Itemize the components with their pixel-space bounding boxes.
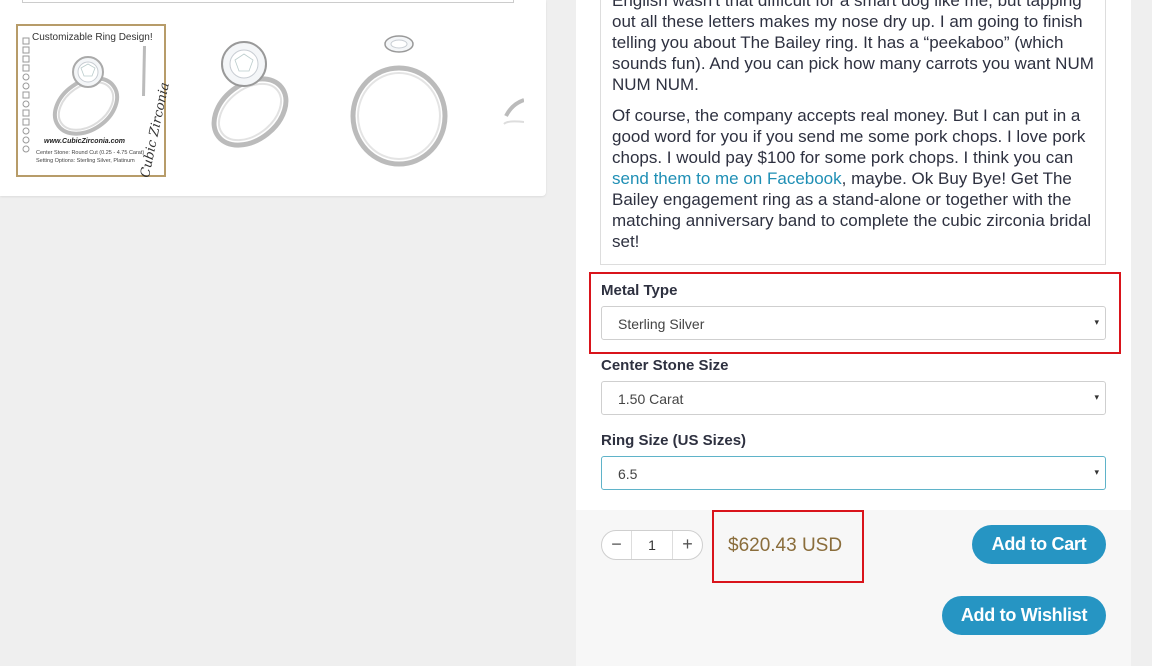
ring-image-icon xyxy=(503,98,524,125)
product-description[interactable]: English wasn't that difficult for a smar… xyxy=(600,0,1106,265)
facebook-link[interactable]: send them to me on Facebook xyxy=(612,169,842,188)
thumbnail-spec-stone: Center Stone: Round Cut (0.25 - 4.75 Car… xyxy=(36,150,145,156)
description-paragraph-1: English wasn't that difficult for a smar… xyxy=(612,0,1094,94)
center-stone-size-select[interactable]: 1.50 Carat ▾ xyxy=(601,381,1106,415)
chevron-down-icon: ▾ xyxy=(1094,467,1099,477)
product-page: Customizable Ring Design! www.CubicZirco… xyxy=(0,0,1152,666)
ring-size-value: 6.5 xyxy=(618,466,638,482)
quantity-input[interactable]: 1 xyxy=(632,531,672,559)
center-stone-size-value: 1.50 Carat xyxy=(618,391,684,407)
chevron-down-icon: ▾ xyxy=(1094,392,1099,402)
gallery-card: Customizable Ring Design! www.CubicZirco… xyxy=(0,0,546,196)
center-stone-size-label: Center Stone Size xyxy=(601,357,729,374)
main-image-frame xyxy=(22,0,514,3)
thumbnail-site: www.CubicZirconia.com xyxy=(44,138,126,145)
ring-size-select[interactable]: 6.5 ▾ xyxy=(601,456,1106,490)
price-highlight xyxy=(712,510,864,583)
thumbnail-2[interactable] xyxy=(178,24,328,177)
product-details: English wasn't that difficult for a smar… xyxy=(576,0,1131,666)
description-text: Of course, the company accepts real mone… xyxy=(612,106,1086,167)
thumbnail-1[interactable]: Customizable Ring Design! www.CubicZirco… xyxy=(16,24,173,179)
thumbnail-caption: Customizable Ring Design! xyxy=(32,32,153,43)
ring-image-icon xyxy=(211,41,289,148)
thumbnail-3[interactable] xyxy=(342,24,492,177)
description-paragraph-2: Of course, the company accepts real mone… xyxy=(612,105,1095,252)
ring-image-icon xyxy=(350,35,448,167)
quantity-increase-button[interactable]: + xyxy=(672,531,702,559)
quantity-decrease-button[interactable]: − xyxy=(602,531,632,559)
metal-type-highlight xyxy=(589,272,1121,354)
add-to-wishlist-button[interactable]: Add to Wishlist xyxy=(942,596,1106,635)
ring-size-label: Ring Size (US Sizes) xyxy=(601,432,747,449)
thumbnail-4[interactable] xyxy=(496,24,524,177)
add-to-cart-button[interactable]: Add to Cart xyxy=(972,525,1106,564)
quantity-stepper[interactable]: − 1 + xyxy=(601,530,703,560)
thumbnail-spec-setting: Setting Options: Sterling Silver, Platin… xyxy=(36,158,135,164)
